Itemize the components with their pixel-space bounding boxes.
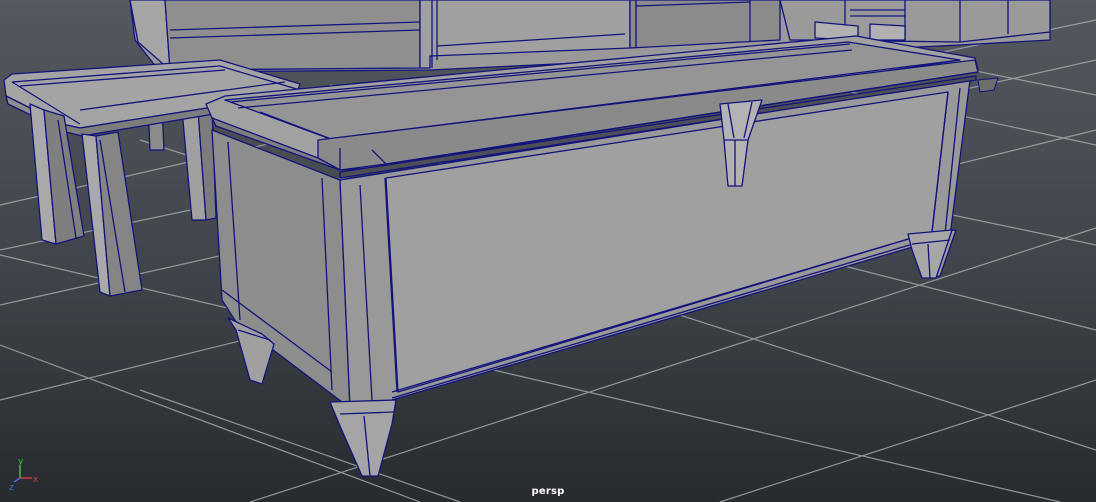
viewport-canvas[interactable]: y x z [0, 0, 1096, 502]
camera-name-label: persp [531, 486, 565, 497]
axis-y-label: y [18, 457, 24, 467]
axis-x-label: x [33, 475, 39, 485]
maya-perspective-viewport[interactable]: y x z [0, 0, 1096, 502]
